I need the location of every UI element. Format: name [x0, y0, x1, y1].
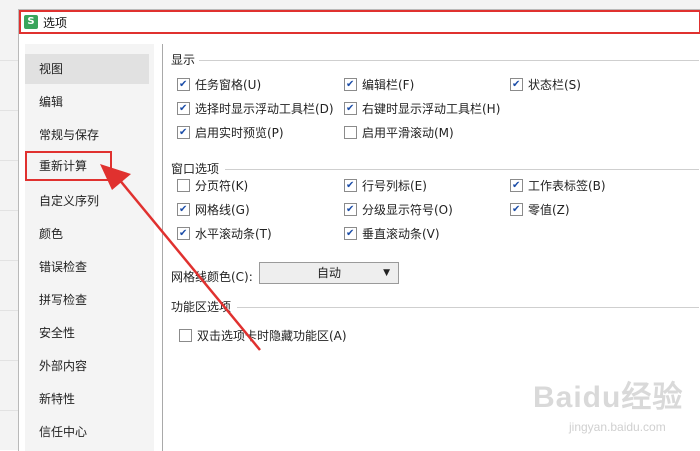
checkbox-checked-icon [177, 124, 190, 142]
checkbox-label: 零值(Z) [528, 203, 570, 217]
checkbox-checked-icon [344, 225, 357, 243]
dialog-titlebar[interactable]: S 选项 [19, 10, 700, 34]
checkbox-checked-icon [510, 177, 523, 195]
checkbox-checked-icon [177, 100, 190, 118]
checkbox-checked-icon [177, 76, 190, 94]
checkbox-checked-icon [510, 76, 523, 94]
checkbox-label: 状态栏(S) [528, 78, 581, 92]
checkbox-label: 右键时显示浮动工具栏(H) [362, 102, 501, 116]
checkbox-label: 双击选项卡时隐藏功能区(A) [197, 329, 347, 343]
section-title-display: 显示 [171, 53, 196, 67]
sidebar-item-error-check[interactable]: 错误检查 [25, 252, 149, 282]
gridline-color-select[interactable]: 自动 ▼ [259, 262, 399, 284]
gridline-color-label: 网格线颜色(C): [171, 270, 253, 284]
checkbox-label: 网格线(G) [195, 203, 250, 217]
checkbox-label: 分页符(K) [195, 179, 249, 193]
section-title-ribbon-options: 功能区选项 [171, 300, 232, 314]
sidebar-item-recalculate[interactable]: 重新计算 [25, 151, 112, 181]
sidebar-item-security[interactable]: 安全性 [25, 318, 149, 348]
checkbox-label: 选择时显示浮动工具栏(D) [195, 102, 334, 116]
options-sidebar: 视图 编辑 常规与保存 重新计算 自定义序列 颜色 错误检查 拼写检查 安全性 … [25, 44, 154, 451]
sidebar-item-trust-center[interactable]: 信任中心 [25, 417, 149, 447]
checkbox-checked-icon [177, 201, 190, 219]
checkbox-checked-icon [510, 201, 523, 219]
sidebar-item-external-content[interactable]: 外部内容 [25, 351, 149, 381]
dropdown-arrow-icon: ▼ [383, 268, 390, 278]
checkbox-label: 工作表标签(B) [528, 179, 606, 193]
checkbox-label: 行号列标(E) [362, 179, 427, 193]
section-title-window-options: 窗口选项 [171, 162, 220, 176]
section-divider [237, 307, 699, 308]
checkbox-checked-icon [344, 177, 357, 195]
checkbox-checked-icon [344, 201, 357, 219]
checkbox-label: 分级显示符号(O) [362, 203, 453, 217]
app-logo-icon: S [24, 15, 38, 29]
sidebar-item-view[interactable]: 视图 [25, 54, 149, 84]
checkbox-unchecked-icon [344, 126, 357, 139]
checkbox-checked-icon [177, 225, 190, 243]
checkbox-label: 启用实时预览(P) [195, 126, 284, 140]
checkbox-label: 编辑栏(F) [362, 78, 415, 92]
sidebar-item-spell-check[interactable]: 拼写检查 [25, 285, 149, 315]
checkbox-label: 任务窗格(U) [195, 78, 262, 92]
sidebar-item-general-save[interactable]: 常规与保存 [25, 120, 149, 150]
sidebar-item-edit[interactable]: 编辑 [25, 87, 149, 117]
checkbox-checked-icon [344, 76, 357, 94]
checkbox-checked-icon [344, 100, 357, 118]
section-divider [199, 60, 699, 61]
sidebar-item-color[interactable]: 颜色 [25, 219, 149, 249]
checkbox-label: 启用平滑滚动(M) [362, 126, 454, 140]
watermark-logo: Baidu经验 [533, 381, 684, 414]
checkbox-unchecked-icon [177, 179, 190, 192]
checkbox-label: 垂直滚动条(V) [362, 227, 440, 241]
section-divider [225, 169, 699, 170]
checkbox-unchecked-icon [179, 329, 192, 342]
watermark: Baidu经验 jingyan.baidu.com [533, 372, 684, 434]
watermark-url: jingyan.baidu.com [569, 420, 666, 434]
checkbox-label: 水平滚动条(T) [195, 227, 272, 241]
sidebar-item-new-features[interactable]: 新特性 [25, 384, 149, 414]
sidebar-item-custom-lists[interactable]: 自定义序列 [25, 186, 149, 216]
dialog-title: 选项 [43, 16, 68, 30]
gridline-color-value: 自动 [316, 266, 341, 280]
